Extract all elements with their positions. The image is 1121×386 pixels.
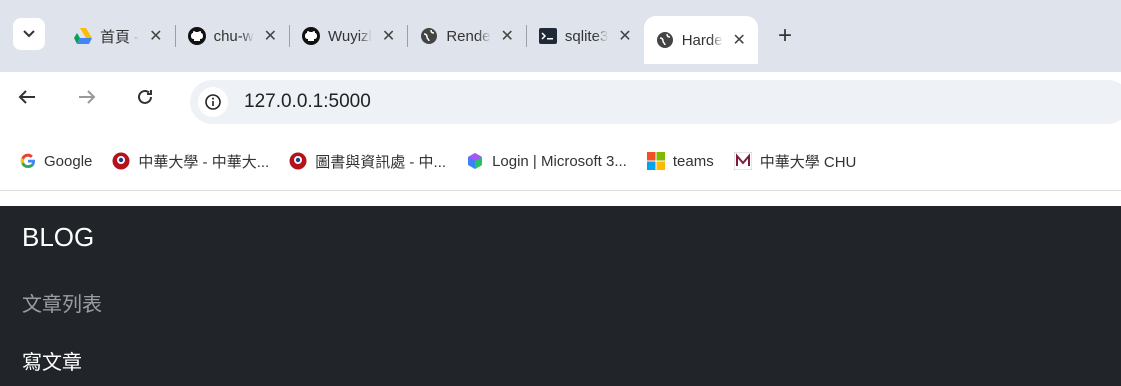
bookmark-library[interactable]: 圖書與資訊處 - 中...: [289, 151, 446, 172]
chu-logo-icon: [112, 152, 130, 170]
bookmark-label: 中華大學 CHU: [759, 153, 857, 171]
tab-active-harde[interactable]: Harde ✕: [643, 16, 758, 64]
omnibox[interactable]: 127.0.0.1:5000: [190, 80, 1121, 124]
tab-search-button[interactable]: ✕: [13, 18, 45, 50]
bookmark-label: teams: [672, 152, 714, 170]
tab-github-1[interactable]: chu-w ✕: [176, 16, 289, 56]
globe-icon: [421, 28, 438, 44]
close-icon[interactable]: ✕: [618, 26, 631, 46]
site-info-icon[interactable]: [198, 87, 228, 117]
google-icon: [20, 153, 36, 169]
tab-label: 首頁 -: [100, 28, 140, 46]
bookmark-chu[interactable]: 中華大學 - 中華大...: [112, 151, 269, 172]
tab-label: sqlite3: [564, 27, 609, 45]
github-icon: [302, 27, 320, 45]
tab-label: Harde: [681, 31, 723, 49]
tabs: 首頁 - ✕ chu-w ✕ Wuyizl ✕ Rende ✕ sqlite3 …: [62, 14, 792, 64]
microsoft-365-icon: [466, 152, 484, 170]
microsoft-icon: [646, 152, 665, 170]
bookmarks-bar: Google 中華大學 - 中華大... 圖書與資訊處 - 中... Login…: [0, 132, 1121, 191]
forward-arrow-icon[interactable]: [78, 88, 96, 111]
close-icon[interactable]: ✕: [382, 26, 395, 46]
nav-link-article-list[interactable]: 文章列表: [22, 288, 102, 317]
tab-strip: ✕ 首頁 - ✕ chu-w ✕ Wuyizl ✕: [0, 0, 1121, 72]
tab-label: Wuyizl: [328, 27, 372, 45]
navbar-brand[interactable]: BLOG: [22, 222, 94, 253]
back-arrow-icon[interactable]: [18, 88, 36, 111]
tab-google-drive[interactable]: 首頁 - ✕: [62, 16, 175, 56]
chevron-down-icon: [23, 30, 35, 38]
globe-icon: [656, 32, 673, 48]
tab-render[interactable]: Rende ✕: [408, 16, 526, 56]
close-icon[interactable]: ✕: [264, 26, 277, 46]
close-icon[interactable]: ✕: [501, 26, 514, 46]
bookmark-label: 中華大學 - 中華大...: [138, 153, 270, 171]
reload-icon[interactable]: [136, 88, 154, 112]
close-icon[interactable]: ✕: [733, 30, 746, 50]
bookmark-label: Google: [44, 152, 93, 170]
tab-sqlite3[interactable]: sqlite3 ✕: [527, 16, 644, 56]
bookmark-label: Login | Microsoft 3...: [492, 152, 627, 170]
github-icon: [187, 27, 206, 45]
tab-label: chu-w: [213, 27, 254, 45]
tab-github-2[interactable]: Wuyizl ✕: [290, 16, 407, 56]
bookmark-teams[interactable]: teams: [646, 152, 714, 170]
chu-logo-icon: [289, 152, 307, 170]
bookmark-label: 圖書與資訊處 - 中...: [315, 153, 447, 171]
address-bar-row: 127.0.0.1:5000: [0, 72, 1121, 132]
bookmark-microsoft-login[interactable]: Login | Microsoft 3...: [466, 152, 627, 170]
m-logo-icon: [733, 152, 752, 170]
nav-link-write-article[interactable]: 寫文章: [22, 346, 82, 375]
bookmark-chu-m[interactable]: 中華大學 CHU: [733, 151, 857, 172]
terminal-icon: [538, 28, 557, 44]
url-text[interactable]: 127.0.0.1:5000: [244, 91, 371, 113]
tab-label: Rende: [446, 27, 491, 45]
close-icon[interactable]: ✕: [149, 26, 162, 46]
blog-navbar: BLOG 文章列表 寫文章: [0, 206, 1121, 386]
bookmark-google[interactable]: Google: [20, 153, 92, 170]
browser-chrome: ✕ 首頁 - ✕ chu-w ✕ Wuyizl ✕: [0, 0, 1121, 72]
google-drive-icon: [74, 28, 92, 44]
new-tab-button[interactable]: +: [778, 22, 792, 50]
